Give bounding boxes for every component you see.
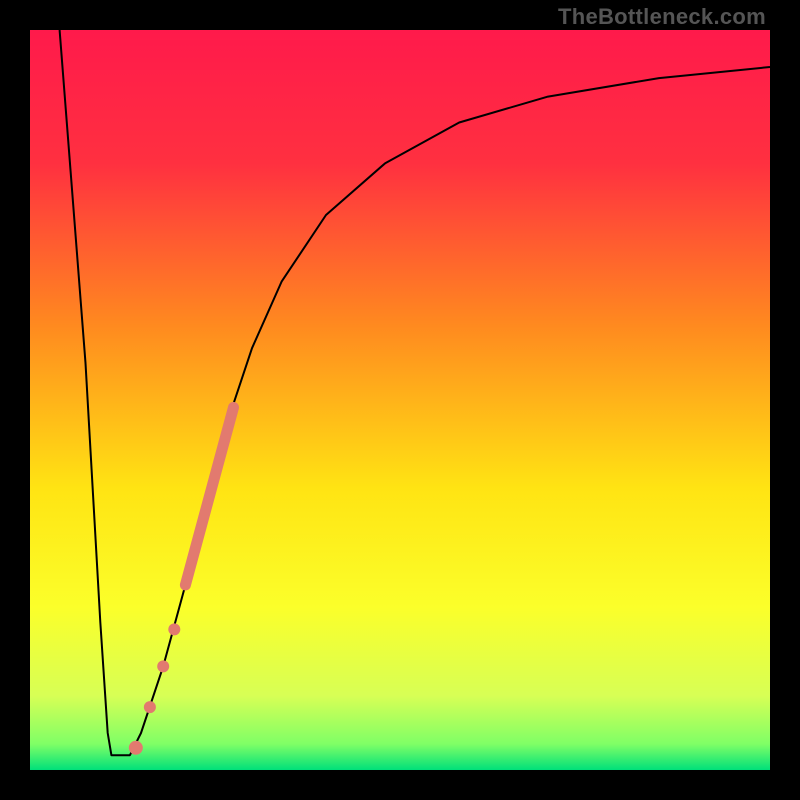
- chart-plot-area: [30, 30, 770, 770]
- chart-svg: [30, 30, 770, 770]
- highlight-dot: [144, 701, 156, 713]
- highlight-dot: [168, 623, 180, 635]
- highlight-dot: [157, 660, 169, 672]
- highlight-dot: [129, 741, 143, 755]
- watermark-text: TheBottleneck.com: [558, 4, 766, 30]
- chart-frame: TheBottleneck.com: [0, 0, 800, 800]
- gradient-background: [30, 30, 770, 770]
